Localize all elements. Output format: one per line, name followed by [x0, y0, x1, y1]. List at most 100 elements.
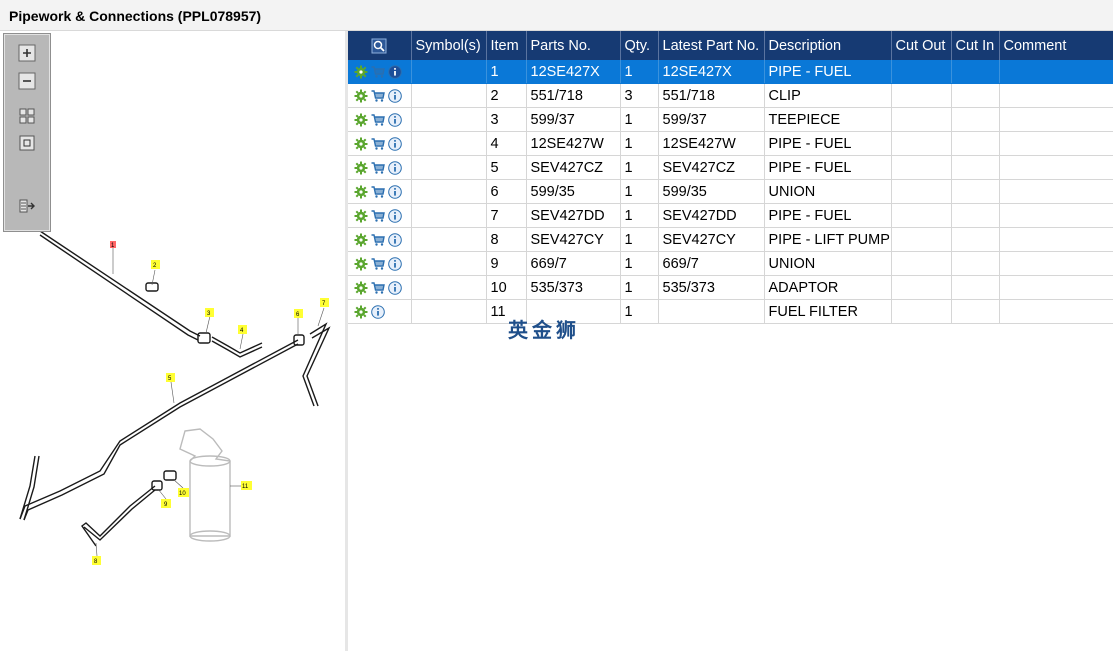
zoom-out-icon[interactable] — [18, 72, 36, 90]
cart-icon[interactable] — [371, 185, 385, 199]
callout-10[interactable]: 10 — [179, 491, 186, 497]
cell-cut-in — [951, 83, 1000, 108]
info-icon[interactable] — [388, 136, 402, 151]
cell-cut-out — [891, 227, 952, 252]
cell-comment — [999, 155, 1113, 180]
info-icon[interactable] — [388, 64, 402, 79]
cell-description: UNION — [764, 251, 892, 276]
row-actions — [348, 155, 412, 180]
cell-parts-no: 551/718 — [526, 83, 621, 108]
cell-latest-part-no: 551/718 — [658, 83, 765, 108]
cell-comment — [999, 251, 1113, 276]
table-row[interactable]: 11 1 FUEL FILTER — [348, 299, 1113, 324]
cell-qty: 1 — [620, 227, 659, 252]
cell-qty: 1 — [620, 203, 659, 228]
cell-qty: 1 — [620, 275, 659, 300]
column-comment[interactable]: Comment — [999, 31, 1113, 60]
info-icon[interactable] — [388, 88, 402, 103]
column-cut-in[interactable]: Cut In — [951, 31, 1000, 60]
cell-qty: 1 — [620, 107, 659, 132]
info-icon[interactable] — [388, 160, 402, 175]
column-latest-part-no[interactable]: Latest Part No. — [658, 31, 765, 60]
gear-icon[interactable] — [354, 233, 368, 247]
export-icon[interactable] — [18, 197, 36, 215]
table-row[interactable]: 9 669/7 1 669/7 UNION — [348, 251, 1113, 276]
actual-size-icon[interactable] — [18, 134, 36, 152]
gear-icon[interactable] — [354, 209, 368, 223]
cart-icon[interactable] — [371, 161, 385, 175]
exploded-diagram[interactable]: 1 2 3 4 5 6 7 8 9 10 11 — [0, 31, 345, 651]
table-row[interactable]: 7 SEV427DD 1 SEV427DD PIPE - FUEL — [348, 203, 1113, 228]
table-header-row: Symbol(s) Item Parts No. Qty. Latest Par… — [348, 31, 1113, 60]
gear-icon[interactable] — [354, 185, 368, 199]
column-search[interactable] — [348, 31, 412, 60]
cell-cut-in — [951, 227, 1000, 252]
cell-cut-out — [891, 179, 952, 204]
callout-11[interactable]: 11 — [242, 484, 249, 490]
row-actions — [348, 60, 412, 84]
cell-cut-in — [951, 107, 1000, 132]
cell-symbols — [411, 60, 487, 84]
table-row[interactable]: 5 SEV427CZ 1 SEV427CZ PIPE - FUEL — [348, 155, 1113, 180]
cell-latest-part-no: SEV427CZ — [658, 155, 765, 180]
page-title: Pipework & Connections (PPL078957) — [9, 8, 262, 24]
cell-description: TEEPIECE — [764, 107, 892, 132]
gear-icon[interactable] — [354, 257, 368, 271]
gear-icon[interactable] — [354, 161, 368, 175]
cart-icon[interactable] — [371, 209, 385, 223]
cell-description: PIPE - FUEL — [764, 60, 892, 84]
search-icon[interactable] — [371, 38, 387, 54]
table-row[interactable]: 10 535/373 1 535/373 ADAPTOR — [348, 275, 1113, 300]
cell-comment — [999, 131, 1113, 156]
cart-icon[interactable] — [371, 281, 385, 295]
cell-symbols — [411, 275, 487, 300]
cart-icon[interactable] — [371, 113, 385, 127]
row-actions — [348, 179, 412, 204]
gear-icon[interactable] — [354, 281, 368, 295]
column-parts-no[interactable]: Parts No. — [526, 31, 621, 60]
column-cut-out[interactable]: Cut Out — [891, 31, 952, 60]
fit-grid-icon[interactable] — [18, 107, 36, 125]
cart-icon[interactable] — [371, 137, 385, 151]
info-icon[interactable] — [388, 256, 402, 271]
gear-icon[interactable] — [354, 137, 368, 151]
cell-parts-no: 535/373 — [526, 275, 621, 300]
column-item[interactable]: Item — [486, 31, 527, 60]
cell-description: PIPE - LIFT PUMP T — [764, 227, 892, 252]
cart-icon[interactable] — [371, 233, 385, 247]
cell-comment — [999, 203, 1113, 228]
cell-cut-in — [951, 60, 1000, 84]
cart-icon[interactable] — [371, 89, 385, 103]
cell-cut-out — [891, 203, 952, 228]
table-row[interactable]: 6 599/35 1 599/35 UNION — [348, 179, 1113, 204]
table-row[interactable]: 2 551/718 3 551/718 CLIP — [348, 83, 1113, 108]
cell-qty: 1 — [620, 251, 659, 276]
cell-symbols — [411, 179, 487, 204]
zoom-in-icon[interactable] — [18, 44, 36, 62]
table-row[interactable]: 8 SEV427CY 1 SEV427CY PIPE - LIFT PUMP T — [348, 227, 1113, 252]
cell-symbols — [411, 83, 487, 108]
table-row[interactable]: 3 599/37 1 599/37 TEEPIECE — [348, 107, 1113, 132]
gear-icon[interactable] — [354, 65, 368, 79]
column-description[interactable]: Description — [764, 31, 892, 60]
gear-icon[interactable] — [354, 113, 368, 127]
cell-item: 2 — [486, 83, 527, 108]
table-row[interactable]: 4 12SE427W 1 12SE427W PIPE - FUEL — [348, 131, 1113, 156]
info-icon[interactable] — [371, 304, 385, 319]
row-actions — [348, 203, 412, 228]
cell-cut-in — [951, 155, 1000, 180]
cart-icon[interactable] — [371, 65, 385, 79]
info-icon[interactable] — [388, 184, 402, 199]
column-qty[interactable]: Qty. — [620, 31, 659, 60]
info-icon[interactable] — [388, 280, 402, 295]
info-icon[interactable] — [388, 232, 402, 247]
cart-icon[interactable] — [371, 257, 385, 271]
gear-icon[interactable] — [354, 89, 368, 103]
table-row[interactable]: 1 12SE427X 1 12SE427X PIPE - FUEL — [348, 60, 1113, 84]
cell-comment — [999, 60, 1113, 84]
gear-icon[interactable] — [354, 305, 368, 319]
info-icon[interactable] — [388, 208, 402, 223]
info-icon[interactable] — [388, 112, 402, 127]
column-symbols[interactable]: Symbol(s) — [411, 31, 487, 60]
cell-latest-part-no — [658, 299, 765, 324]
